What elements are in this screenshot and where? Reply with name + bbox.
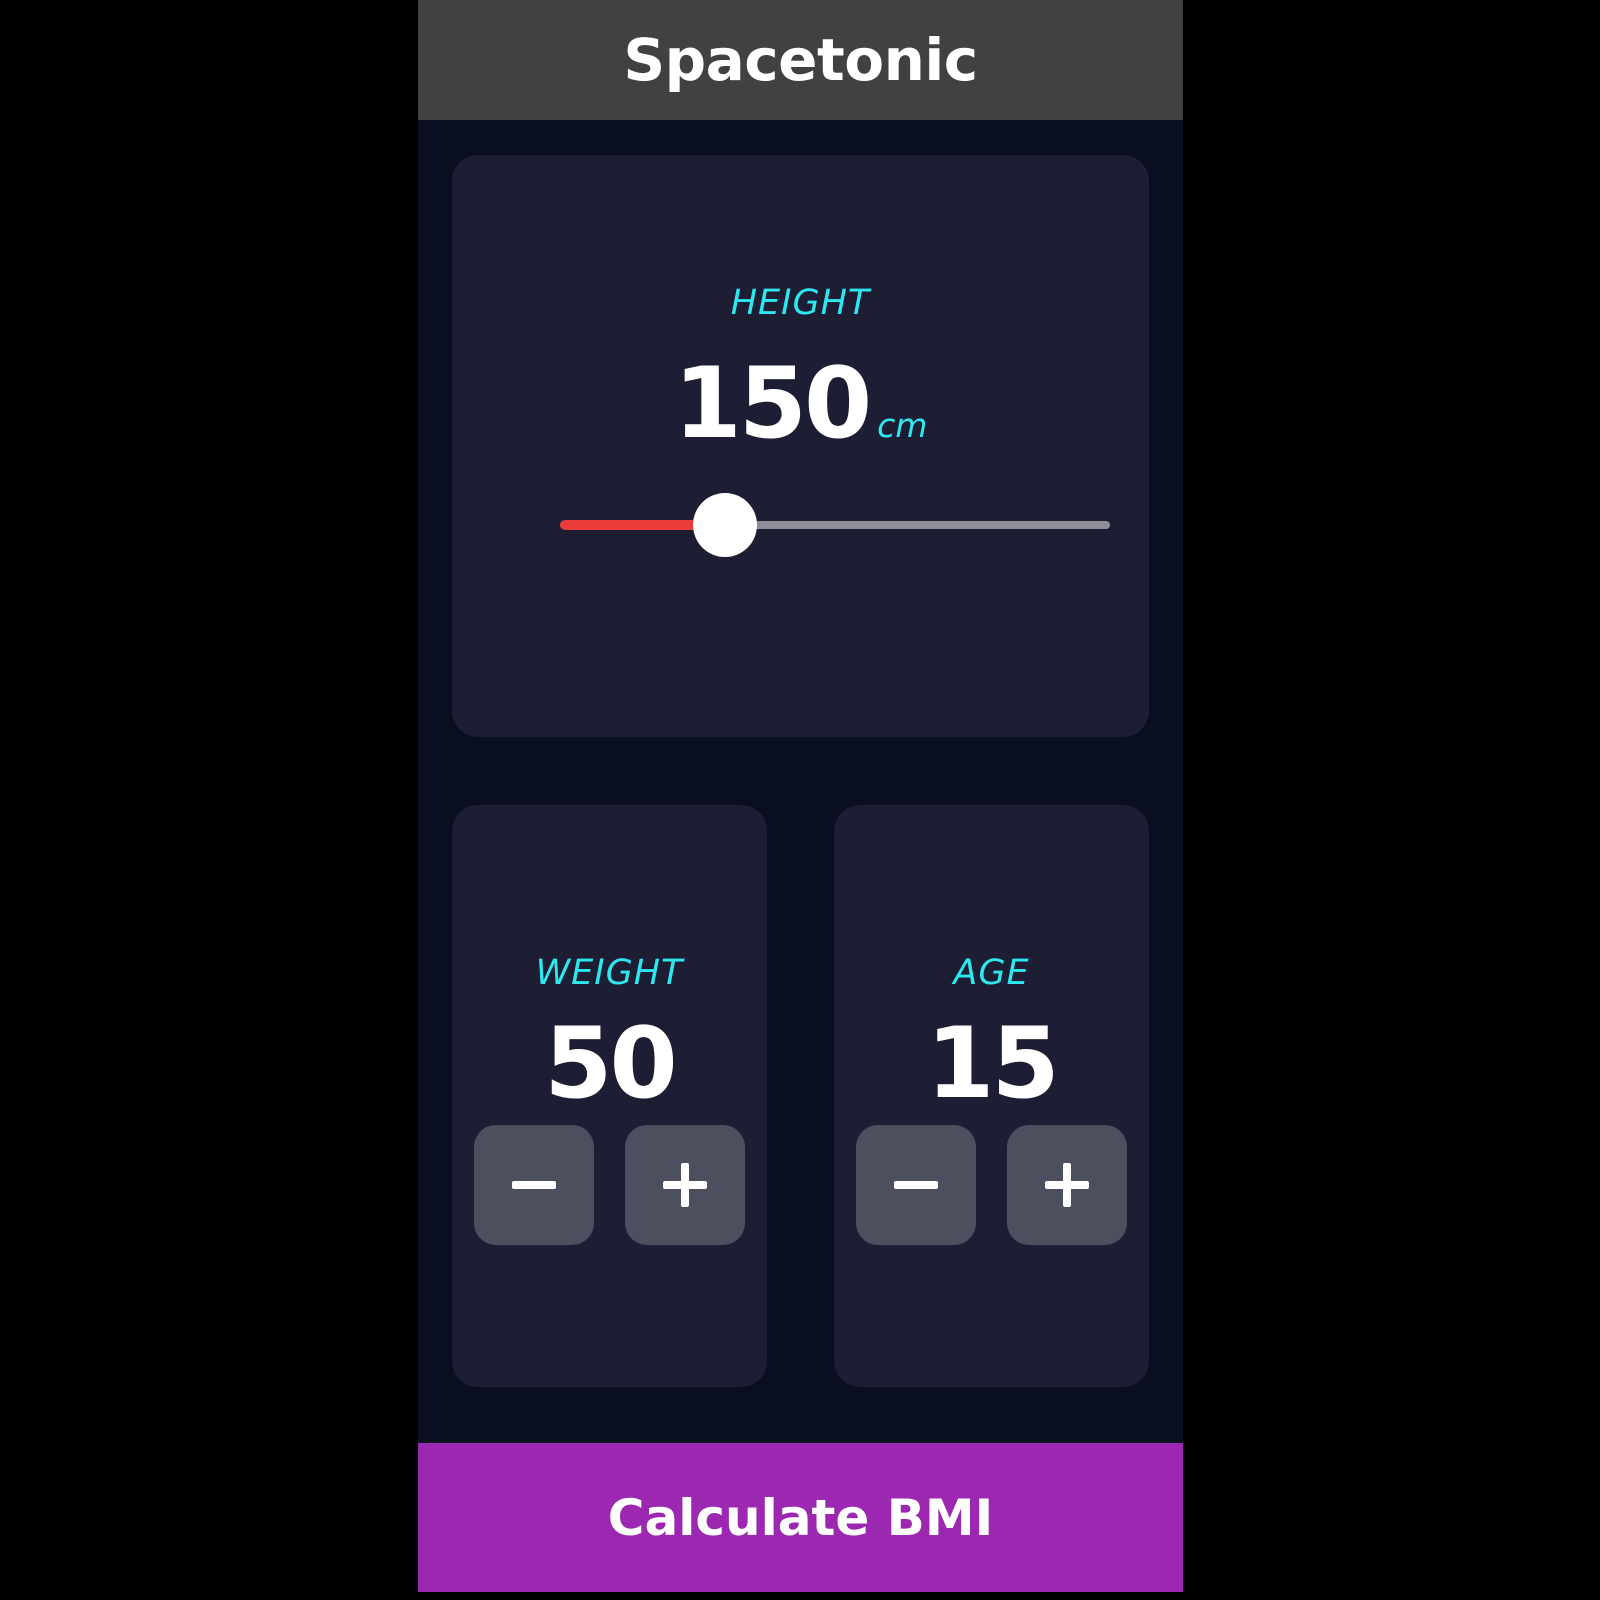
height-label: HEIGHT [730, 283, 871, 323]
calculate-bmi-button[interactable]: Calculate BMI [418, 1443, 1183, 1592]
height-slider[interactable] [560, 493, 1110, 557]
slider-thumb[interactable] [693, 493, 757, 557]
age-stepper [856, 1125, 1127, 1245]
height-card: HEIGHT 150 cm [452, 155, 1149, 737]
app-title: Spacetonic [623, 26, 978, 94]
age-decrement-button[interactable] [856, 1125, 976, 1245]
weight-decrement-button[interactable] [474, 1125, 594, 1245]
app-screen: Spacetonic HEIGHT 150 cm WEIGHT 50 AGE 1… [418, 0, 1183, 1592]
age-label: AGE [953, 953, 1030, 993]
age-value: 15 [926, 1007, 1059, 1121]
weight-label: WEIGHT [535, 953, 684, 993]
app-bar: Spacetonic [418, 0, 1183, 120]
age-increment-button[interactable] [1007, 1125, 1127, 1245]
weight-increment-button[interactable] [625, 1125, 745, 1245]
calculate-bmi-label: Calculate BMI [607, 1488, 994, 1547]
weight-stepper [474, 1125, 745, 1245]
height-unit: cm [877, 406, 928, 445]
height-readout: 150 cm [452, 355, 1149, 453]
age-card: AGE 15 [834, 805, 1149, 1387]
height-value: 150 [673, 347, 873, 461]
weight-card: WEIGHT 50 [452, 805, 767, 1387]
weight-value: 50 [544, 1007, 677, 1121]
